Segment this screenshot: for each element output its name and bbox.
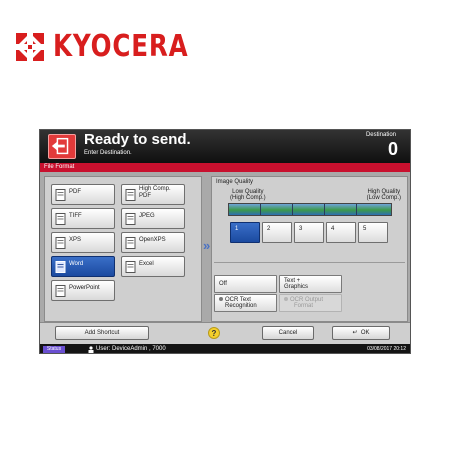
quality-preview-segment — [325, 204, 357, 215]
ocr-output-format-label: OCR Output Format — [284, 297, 323, 309]
text-graphics-button[interactable]: Text + Graphics — [279, 275, 342, 293]
brand-name: KYOCERA — [53, 29, 189, 64]
image-quality-pane: Image Quality Low Quality (High Comp.) H… — [211, 176, 408, 322]
panel-footer: Add Shortcut ? Cancel ↵ OK — [40, 322, 410, 344]
page-title: Ready to send. — [84, 131, 191, 148]
ocr-output-text-2: Format — [294, 303, 314, 309]
document-icon — [125, 189, 136, 201]
ok-label: OK — [360, 330, 370, 336]
text-graphics-text-2: Graphics — [284, 284, 309, 290]
format-button-openxps[interactable]: OpenXPS — [121, 232, 185, 253]
kyocera-logo: KYOCERA — [14, 30, 218, 64]
document-icon — [55, 189, 66, 201]
quality-level-label: 5 — [363, 226, 367, 232]
document-icon — [55, 285, 66, 297]
text-graphics-label: Text + Graphics — [284, 278, 308, 290]
format-button-xps[interactable]: XPS — [51, 232, 115, 253]
help-icon[interactable]: ? — [208, 327, 220, 339]
format-label: OpenXPS — [139, 237, 166, 243]
low-quality-subtext: (High Comp.) — [230, 195, 266, 201]
ocr-text-text-2: Recognition — [225, 303, 257, 309]
add-shortcut-button[interactable]: Add Shortcut — [55, 326, 149, 340]
page-subtitle: Enter Destination. — [84, 150, 132, 156]
format-button-tiff[interactable]: TIFF — [51, 208, 115, 229]
ok-button[interactable]: ↵ OK — [332, 326, 390, 340]
enter-icon: ↵ — [352, 330, 361, 336]
chevron-right-icon: » — [203, 238, 211, 253]
format-button-jpeg[interactable]: JPEG — [121, 208, 185, 229]
quality-level-label: 2 — [267, 226, 271, 232]
format-label: High Comp. PDF — [139, 186, 171, 199]
format-label: Word — [69, 261, 84, 267]
tab-file-format[interactable]: File Format — [44, 163, 74, 172]
format-button-high-comp-pdf[interactable]: High Comp. PDF — [121, 184, 185, 205]
kyocera-emblem-icon — [16, 33, 44, 61]
quality-preview-segment — [357, 204, 391, 215]
format-button-powerpoint[interactable]: PowerPoint — [51, 280, 115, 301]
quality-level-label: 4 — [331, 226, 335, 232]
format-label: XPS — [69, 237, 82, 243]
quality-level-5-button[interactable]: 5 — [358, 222, 388, 243]
format-label: Excel — [139, 261, 154, 267]
ocr-text-recognition-button[interactable]: OCR Text Recognition — [214, 294, 277, 312]
quality-preview-segment — [261, 204, 293, 215]
quality-level-2-button[interactable]: 2 — [262, 222, 292, 243]
ocr-output-format-button[interactable]: OCR Output Format — [279, 294, 342, 312]
document-icon — [55, 261, 66, 273]
status-datetime: 03/08/2017 20:12 — [367, 346, 406, 352]
radio-dot-icon — [219, 297, 223, 302]
section-divider — [214, 262, 405, 263]
format-button-word[interactable]: Word — [51, 256, 115, 277]
status-badge[interactable]: Status — [43, 346, 65, 353]
format-label: PDF — [69, 189, 81, 195]
device-panel: Ready to send. Enter Destination. Destin… — [39, 129, 411, 354]
document-icon — [125, 261, 136, 273]
quality-level-label: 3 — [299, 226, 303, 232]
content-area: PDF High Comp. PDF TIFF JPEG XPS OpenXPS — [40, 172, 410, 322]
format-button-excel[interactable]: Excel — [121, 256, 185, 277]
ocr-off-label: Off — [219, 281, 227, 287]
document-icon — [125, 213, 136, 225]
tab-strip: File Format — [40, 163, 410, 172]
send-icon — [48, 134, 76, 159]
quality-level-label: 1 — [235, 226, 239, 232]
quality-level-1-button[interactable]: 1 — [230, 222, 260, 243]
destination-count: 0 — [387, 139, 398, 159]
format-label: JPEG — [139, 213, 155, 219]
format-label: TIFF — [69, 213, 82, 219]
radio-dot-icon — [284, 297, 288, 302]
cancel-button[interactable]: Cancel — [262, 326, 314, 340]
ocr-text-recognition-label: OCR Text Recognition — [219, 297, 257, 309]
high-quality-label: High Quality (Low Comp.) — [367, 189, 401, 201]
document-icon — [125, 237, 136, 249]
status-bar: Status User: DeviceAdmin , 7000 03/08/20… — [40, 344, 410, 353]
high-quality-subtext: (Low Comp.) — [366, 195, 401, 201]
status-user: User: DeviceAdmin , 7000 — [96, 346, 166, 352]
quality-level-3-button[interactable]: 3 — [294, 222, 324, 243]
file-format-pane: PDF High Comp. PDF TIFF JPEG XPS OpenXPS — [44, 176, 202, 322]
format-label: PowerPoint — [69, 285, 100, 291]
quality-preview-strip — [228, 203, 392, 216]
low-quality-label: Low Quality (High Comp.) — [230, 189, 266, 201]
quality-preview-segment — [293, 204, 325, 215]
document-icon — [55, 237, 66, 249]
document-icon — [55, 213, 66, 225]
user-icon — [88, 346, 94, 353]
panel-header: Ready to send. Enter Destination. Destin… — [40, 130, 410, 163]
ocr-off-button[interactable]: Off — [214, 275, 277, 293]
quality-level-4-button[interactable]: 4 — [326, 222, 356, 243]
image-quality-title: Image Quality — [216, 179, 254, 185]
quality-preview-segment — [229, 204, 261, 215]
format-button-pdf[interactable]: PDF — [51, 184, 115, 205]
destination-label: Destination — [365, 132, 396, 138]
